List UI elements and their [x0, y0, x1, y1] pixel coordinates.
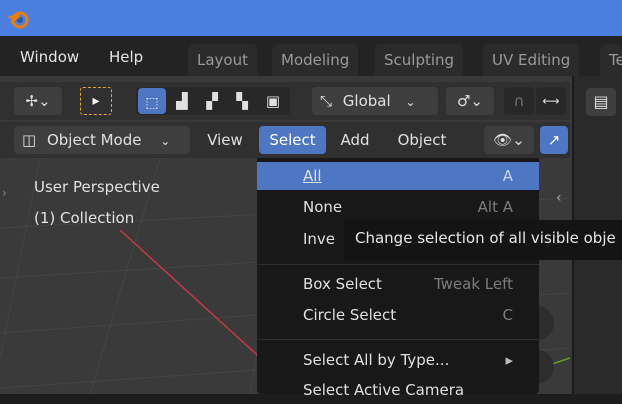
- chevron-down-icon: ⌄: [160, 134, 171, 148]
- transform-gizmo-toggle[interactable]: ↗: [540, 126, 568, 154]
- menu-item-label: Select Active Camera: [303, 381, 465, 399]
- circle-select-item[interactable]: Circle Select C: [257, 301, 539, 329]
- select-all-by-type-item[interactable]: Select All by Type... ▸: [257, 346, 539, 374]
- menu-help[interactable]: Help: [109, 45, 143, 69]
- tab-uv-editing[interactable]: UV Editing: [483, 44, 580, 76]
- viewport-collection-label: (1) Collection: [34, 209, 135, 227]
- menu-item-shortcut: C: [502, 306, 513, 324]
- proportional-edit-toggle[interactable]: ⟷: [536, 87, 566, 115]
- editor-type-icon: ▤: [593, 92, 609, 111]
- transform-orientation-icon: ⤡: [320, 92, 333, 110]
- cursor-transform-button[interactable]: ✢⌄: [14, 87, 62, 115]
- menu-item-label: Circle Select: [303, 306, 397, 324]
- pivot-point-dropdown[interactable]: ♂⌄: [446, 87, 494, 115]
- window-titlebar: [0, 0, 622, 36]
- select-intersect-button[interactable]: ▣: [258, 88, 288, 114]
- menu-view[interactable]: View: [200, 126, 250, 154]
- select-subtract-button[interactable]: ▞: [198, 88, 226, 114]
- transform-orientation-dropdown[interactable]: ⤡ Global ⌄: [312, 87, 438, 115]
- menu-window[interactable]: Window: [20, 45, 79, 69]
- tab-layout[interactable]: Layout: [188, 44, 257, 76]
- select-active-camera-item[interactable]: Select Active Camera: [257, 376, 539, 404]
- tooltip: Change selection of all visible obje: [344, 220, 622, 260]
- blender-logo-icon: [8, 8, 30, 30]
- menu-item-shortcut: Alt A: [477, 198, 513, 216]
- viewport-gizmo-dropdown[interactable]: 👁⌄: [484, 126, 534, 154]
- select-menu: All A None Alt A Inve Box Select Tweak L…: [257, 158, 539, 399]
- chevron-down-icon: ⌄: [405, 95, 416, 109]
- sidebar-toggle-icon[interactable]: ‹: [556, 190, 562, 206]
- transform-gizmo-icon: ↗: [547, 131, 561, 149]
- menu-separator: [257, 339, 539, 340]
- tab-texture-paint[interactable]: Te: [600, 44, 622, 76]
- select-all-item[interactable]: All A: [257, 162, 539, 190]
- tab-sculpting[interactable]: Sculpting: [375, 44, 464, 76]
- object-mode-label: Object Mode: [46, 131, 142, 149]
- select-box-mode-icons: ⬚: [145, 95, 159, 111]
- cursor-transform-icon: ✢⌄: [25, 92, 51, 110]
- select-invert-button[interactable]: ▚: [228, 88, 256, 114]
- menu-separator: [257, 264, 539, 265]
- snap-toggle[interactable]: ∩: [504, 87, 534, 115]
- menu-item-label: Inve: [303, 230, 336, 248]
- menu-add[interactable]: Add: [331, 126, 379, 154]
- select-new-button[interactable]: ⬚: [138, 88, 166, 114]
- select-none-item[interactable]: None Alt A: [257, 193, 539, 221]
- menu-item-label: Box Select: [303, 275, 382, 293]
- object-mode-dropdown[interactable]: ◫ Object Mode ⌄: [14, 126, 190, 154]
- toolbar-expand-icon[interactable]: ›: [2, 186, 7, 200]
- select-tool-icon[interactable]: ▸: [80, 87, 112, 115]
- menu-item-label: None: [303, 198, 343, 216]
- editor-type-button[interactable]: ▤: [586, 88, 616, 116]
- proportional-icon: ⟷: [542, 94, 560, 108]
- pivot-icon: ♂⌄: [456, 92, 483, 110]
- menu-item-label: Select All by Type...: [303, 351, 450, 369]
- transform-orientation-label: Global: [342, 92, 391, 110]
- menu-item-shortcut: Tweak Left: [433, 275, 513, 293]
- menu-select[interactable]: Select: [259, 126, 326, 154]
- object-mode-icon: ◫: [22, 131, 37, 149]
- tab-modeling[interactable]: Modeling: [272, 44, 359, 76]
- submenu-arrow-icon: ▸: [505, 351, 513, 369]
- select-extend-button[interactable]: ▟: [168, 88, 196, 114]
- viewport-gizmo-icon: 👁⌄: [493, 131, 525, 149]
- snap-icon: ∩: [513, 92, 525, 110]
- box-select-item[interactable]: Box Select Tweak Left: [257, 270, 539, 298]
- viewport-perspective-label: User Perspective: [34, 178, 160, 196]
- menu-object[interactable]: Object: [387, 126, 457, 154]
- menu-item-shortcut: A: [502, 167, 513, 185]
- menu-item-label: All: [303, 167, 322, 185]
